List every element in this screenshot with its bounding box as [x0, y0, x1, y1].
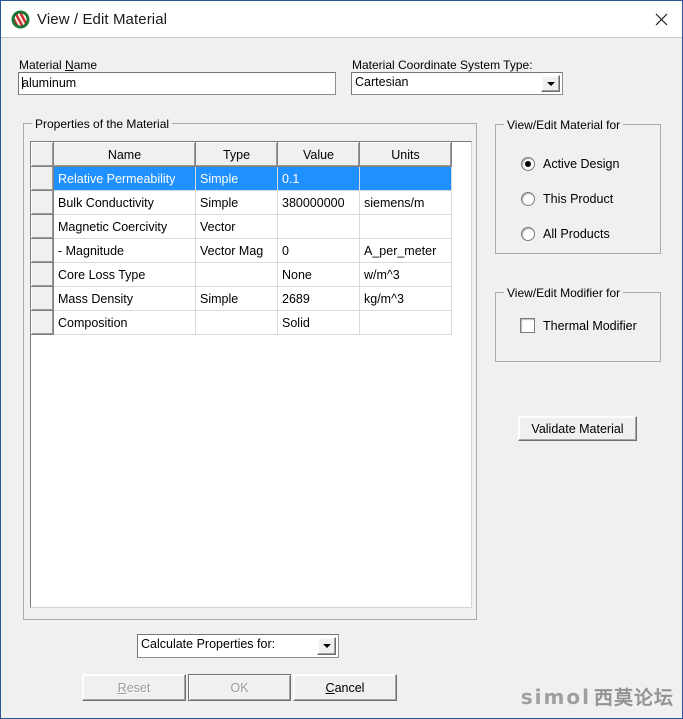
view-edit-modifier-for-title: View/Edit Modifier for — [504, 286, 624, 300]
radio-label: Active Design — [543, 157, 620, 171]
cell-units[interactable]: w/m^3 — [359, 262, 452, 287]
properties-grid[interactable]: Name Type Value Units Relative Permeabil… — [30, 141, 472, 608]
cell-type[interactable] — [195, 262, 278, 287]
row-selector[interactable] — [31, 238, 54, 263]
row-selector[interactable] — [31, 166, 54, 191]
radio-indicator — [521, 157, 535, 171]
cell-value[interactable]: 0 — [277, 238, 360, 263]
cell-value[interactable]: None — [277, 262, 360, 287]
cell-name[interactable]: Composition — [53, 310, 196, 335]
radio-active-design[interactable]: Active Design — [521, 157, 619, 171]
material-name-label: Material Name — [19, 58, 98, 72]
table-row[interactable]: Relative Permeability Simple 0.1 — [31, 166, 452, 191]
window-title: View / Edit Material — [37, 11, 168, 28]
radio-all-products[interactable]: All Products — [521, 227, 610, 241]
title-bar: View / Edit Material — [1, 1, 682, 38]
table-row[interactable]: Core Loss Type None w/m^3 — [31, 262, 452, 287]
checkbox-label: Thermal Modifier — [543, 318, 637, 333]
table-row[interactable]: Magnetic Coercivity Vector — [31, 214, 452, 239]
cell-value[interactable]: 2689 — [277, 286, 360, 311]
validate-material-button[interactable]: Validate Material — [518, 416, 637, 441]
cell-units[interactable] — [359, 310, 452, 335]
radio-indicator — [521, 192, 535, 206]
radio-label: All Products — [543, 227, 610, 241]
column-header-value[interactable]: Value — [277, 142, 360, 167]
table-row[interactable]: Bulk Conductivity Simple 380000000 siemens/… — [31, 190, 452, 215]
column-header-name[interactable]: Name — [53, 142, 196, 167]
reset-button[interactable]: Reset — [82, 674, 186, 701]
view-edit-material-dialog: View / Edit Material Material Name alumi… — [0, 0, 683, 719]
properties-group-title: Properties of the Material — [32, 117, 173, 131]
close-icon[interactable] — [638, 1, 682, 37]
material-name-value: aluminum — [22, 76, 77, 90]
cell-value[interactable] — [277, 214, 360, 239]
table-corner-header[interactable] — [31, 142, 54, 167]
cell-type[interactable]: Simple — [195, 166, 278, 191]
material-name-input[interactable]: aluminum — [18, 72, 336, 95]
properties-group: Properties of the Material Name Type Val… — [23, 117, 477, 620]
cell-value[interactable]: 0.1 — [277, 166, 360, 191]
watermark-cjk: 西莫论坛 — [593, 688, 674, 709]
checkbox-indicator — [520, 318, 535, 333]
table-row[interactable]: Mass Density Simple 2689 kg/m^3 — [31, 286, 452, 311]
cell-value[interactable]: 380000000 — [277, 190, 360, 215]
cell-type[interactable]: Vector — [195, 214, 278, 239]
cell-name[interactable]: Relative Permeability — [53, 166, 196, 191]
cell-units[interactable] — [359, 166, 452, 191]
row-selector[interactable] — [31, 190, 54, 215]
cell-name[interactable]: - Magnitude — [53, 238, 196, 263]
view-edit-material-for-group: View/Edit Material for Active Design Thi… — [495, 118, 661, 254]
row-selector[interactable] — [31, 310, 54, 335]
row-selector[interactable] — [31, 262, 54, 287]
dialog-body: Material Name aluminum Material Coordina… — [1, 38, 682, 718]
coordinate-system-select[interactable]: Cartesian — [351, 72, 563, 95]
calculate-properties-value: Calculate Properties for: — [141, 637, 276, 651]
cell-name[interactable]: Magnetic Coercivity — [53, 214, 196, 239]
cell-value[interactable]: Solid — [277, 310, 360, 335]
view-edit-material-for-title: View/Edit Material for — [504, 118, 624, 132]
ok-button[interactable]: OK — [188, 674, 291, 701]
table-row[interactable]: - Magnitude Vector Mag 0 A_per_meter — [31, 238, 452, 263]
coordinate-system-label: Material Coordinate System Type: — [352, 58, 533, 72]
cancel-button[interactable]: Cancel — [293, 674, 397, 701]
column-header-units[interactable]: Units — [359, 142, 452, 167]
table-body: Relative Permeability Simple 0.1 Bulk Condu… — [31, 166, 452, 335]
calculate-properties-select[interactable]: Calculate Properties for: — [137, 634, 339, 658]
cell-type[interactable]: Simple — [195, 286, 278, 311]
cell-units[interactable]: A_per_meter — [359, 238, 452, 263]
coordinate-system-value: Cartesian — [355, 75, 409, 89]
cell-type[interactable]: Vector Mag — [195, 238, 278, 263]
chevron-down-icon[interactable] — [317, 637, 336, 655]
radio-this-product[interactable]: This Product — [521, 192, 613, 206]
chevron-down-icon[interactable] — [541, 75, 560, 92]
checkbox-thermal-modifier[interactable]: Thermal Modifier — [520, 318, 637, 333]
cell-units[interactable]: siemens/m — [359, 190, 452, 215]
properties-table: Name Type Value Units Relative Permeabil… — [31, 142, 452, 335]
row-selector[interactable] — [31, 214, 54, 239]
cell-type[interactable]: Simple — [195, 190, 278, 215]
table-header-row: Name Type Value Units — [31, 142, 452, 167]
column-header-type[interactable]: Type — [195, 142, 278, 167]
row-selector[interactable] — [31, 286, 54, 311]
view-edit-modifier-for-group: View/Edit Modifier for Thermal Modifier — [495, 286, 661, 362]
table-row[interactable]: Composition Solid — [31, 310, 452, 335]
cell-units[interactable] — [359, 214, 452, 239]
material-icon — [11, 10, 30, 29]
cell-units[interactable]: kg/m^3 — [359, 286, 452, 311]
cell-name[interactable]: Core Loss Type — [53, 262, 196, 287]
cell-name[interactable]: Bulk Conductivity — [53, 190, 196, 215]
watermark: simol 西莫论坛 — [521, 683, 674, 710]
cell-type[interactable] — [195, 310, 278, 335]
radio-label: This Product — [543, 192, 614, 206]
radio-indicator — [521, 227, 535, 241]
watermark-latin: simol — [520, 685, 591, 709]
cell-name[interactable]: Mass Density — [53, 286, 196, 311]
